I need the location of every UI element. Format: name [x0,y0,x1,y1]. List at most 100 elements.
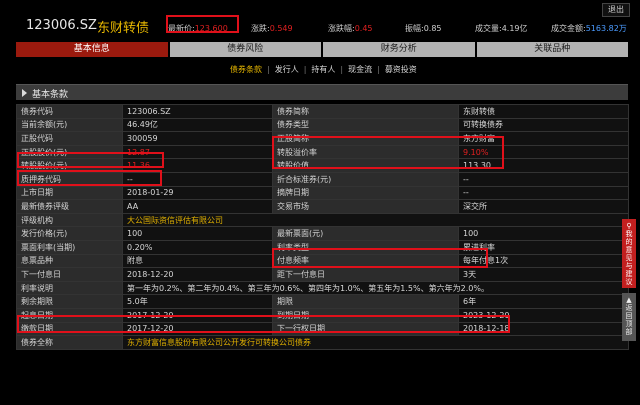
table-row: 缴款日期 2017-12-20 下一行权日期 2018-12-18 [16,321,629,337]
field-value: 东方财富信息股份有限公司公开发行可转换公司债券 [122,335,629,350]
field-label: 到期日期 [272,307,459,323]
triangle-right-icon [22,89,27,97]
table-row: 正股代码 300059 正股简称 东方财富 [16,131,629,146]
subnav-bond-terms[interactable]: 债券条款 [225,64,267,75]
amplitude: 振幅:0.85 [405,24,442,33]
tab-financial-analysis[interactable]: 财务分析 [323,42,475,57]
field-value: 123006.SZ [122,104,273,119]
field-label: 期限 [272,294,459,309]
field-value: 12.87 [122,144,273,160]
table-row: 当前余额(元) 46.49亿 债券类型 可转换债券 [16,117,629,133]
table-row: 最新债券评级 AA 交易市场 深交所 [16,199,629,214]
field-value: 11.36 [122,158,273,173]
tab-basic-info[interactable]: 基本信息 [16,42,168,57]
field-value: 6年 [458,294,629,309]
field-value: 100 [122,226,273,241]
table-row: 发行价格(元) 100 最新票面(元) 100 [16,226,629,241]
field-label: 最新票面(元) [272,226,459,241]
bond-name: 东财转债 [97,21,150,36]
field-label: 债券类型 [272,117,459,133]
price-change: 涨跌:0.549 [251,24,293,33]
field-value: 46.49亿 [122,117,273,133]
feedback-button[interactable]: ⚲ 我的意见与建议 [622,219,636,288]
subnav-holders[interactable]: 持有人 [306,64,340,75]
field-value: 东财转债 [458,104,629,119]
field-value: 每年付息1次 [458,253,629,269]
field-label: 折合标准券(元) [272,171,459,187]
quote-header: 123006.SZ 东财转债 最新价:123.600 涨跌:0.549 涨跌幅:… [0,0,640,40]
subnav-cash-flow[interactable]: 现金流 [343,64,377,75]
table-row: 质押券代码 -- 折合标准券(元) -- [16,171,629,187]
field-label: 转股股价(元) [16,158,123,173]
field-label: 最新债券评级 [16,199,123,214]
field-label: 距下一付息日 [272,267,459,282]
field-value: 2018-12-18 [458,321,629,337]
table-row: 上市日期 2018-01-29 摘牌日期 -- [16,185,629,201]
field-label: 起息日期 [16,307,123,323]
field-label: 下一行权日期 [272,321,459,337]
latest-price: 最新价:123.600 [168,24,228,33]
table-row: 债券全称 东方财富信息股份有限公司公开发行可转换公司债券 [16,335,629,350]
tab-bond-risk[interactable]: 债券风险 [169,42,321,57]
field-value: 2018-01-29 [122,185,273,201]
arrow-up-icon: ▲ [626,296,632,304]
table-row: 剩余期限 5.0年 期限 6年 [16,294,629,309]
field-value: 3天 [458,267,629,282]
tab-related-products[interactable]: 关联品种 [476,42,628,57]
field-label: 正股股价(元) [16,144,123,160]
comment-icon: ⚲ [626,222,632,230]
subnav-fundraising[interactable]: 募资投资 [380,64,422,75]
quit-button[interactable]: 退出 [602,3,630,17]
field-label: 正股代码 [16,131,123,146]
field-label: 利率类型 [272,239,459,255]
section-title: 基本条款 [32,90,69,100]
table-row: 下一付息日 2018-12-20 距下一付息日 3天 [16,267,629,282]
field-label: 债券代码 [16,104,123,119]
field-label: 债券简称 [272,104,459,119]
field-label: 转股价值 [272,158,459,173]
field-value: 0.20% [122,239,273,255]
field-label: 质押券代码 [16,171,123,187]
field-label: 摘牌日期 [272,185,459,201]
table-row: 正股股价(元) 12.87 转股溢价率 9.10% [16,144,629,160]
field-value: 深交所 [458,199,629,214]
field-value: 9.10% [458,144,629,160]
table-row: 利率说明 第一年为0.2%、第二年为0.4%、第三年为0.6%、第四年为1.0%、… [16,280,629,296]
field-value: 2018-12-20 [122,267,273,282]
feedback-label: 我的意见与建议 [625,230,633,286]
field-value: 2017-12-20 [122,321,273,337]
field-value: 大公国际资信评估有限公司 [122,212,629,228]
back-to-top-button[interactable]: ▲ 返回顶部 [622,293,636,341]
subnav-issuer[interactable]: 发行人 [270,64,304,75]
sub-navigation: 债券条款 | 发行人 | 持有人 | 现金流 | 募资投资 [225,64,422,75]
field-label: 息票品种 [16,253,123,269]
field-label: 评级机构 [16,212,123,228]
field-label: 上市日期 [16,185,123,201]
field-value: -- [122,171,273,187]
back-to-top-label: 返回顶部 [625,304,633,336]
field-label: 剩余期限 [16,294,123,309]
table-row: 票面利率(当期) 0.20% 利率类型 累进利率 [16,239,629,255]
field-value: 东方财富 [458,131,629,146]
field-value: 100 [458,226,629,241]
field-value: -- [458,171,629,187]
field-label: 票面利率(当期) [16,239,123,255]
terms-table: 债券代码 123006.SZ 债券简称 东财转债 当前余额(元) 46.49亿 债券类型 可转… [16,104,629,350]
price-change-pct: 涨跌幅:0.45 [328,24,373,33]
section-header[interactable]: 基本条款 [16,84,628,100]
field-value: -- [458,185,629,201]
field-label: 发行价格(元) [16,226,123,241]
table-row: 息票品种 附息 付息频率 每年付息1次 [16,253,629,269]
field-value: 113.30 [458,158,629,173]
volume: 成交量:4.19亿 [475,24,528,33]
main-tabs: 基本信息 债券风险 财务分析 关联品种 [16,42,628,57]
field-value: 5.0年 [122,294,273,309]
field-label: 利率说明 [16,280,123,296]
field-value: 300059 [122,131,273,146]
table-row: 转股股价(元) 11.36 转股价值 113.30 [16,158,629,173]
field-label: 转股溢价率 [272,144,459,160]
field-label: 下一付息日 [16,267,123,282]
table-row: 评级机构 大公国际资信评估有限公司 [16,212,629,228]
field-label: 债券全称 [16,335,123,350]
field-label: 交易市场 [272,199,459,214]
